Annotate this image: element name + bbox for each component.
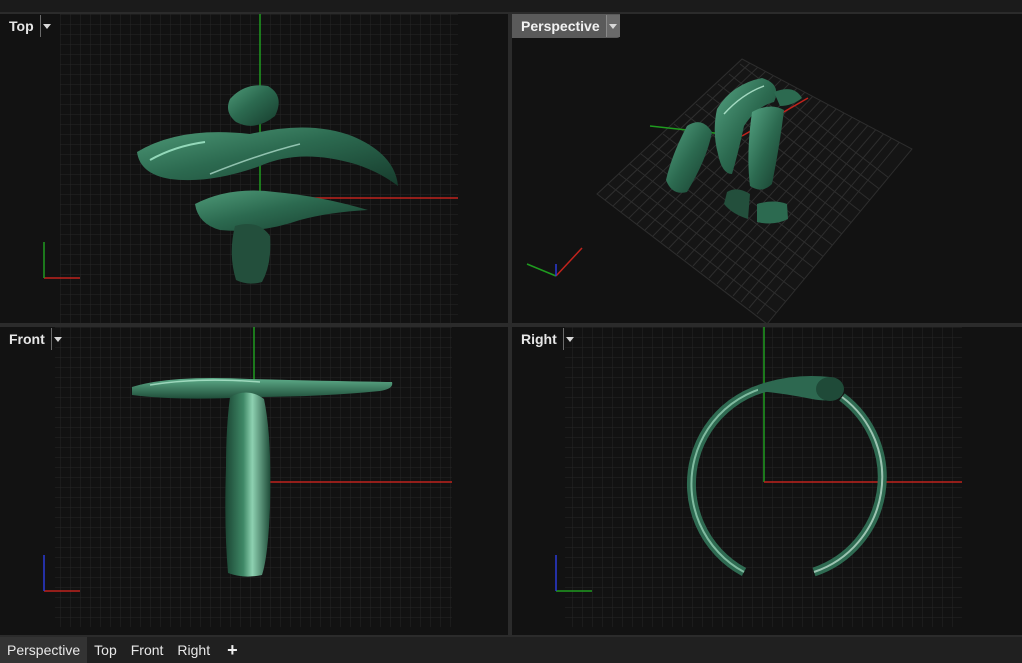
viewport-front-title[interactable]: Front bbox=[0, 327, 51, 351]
viewport-right[interactable]: Right bbox=[512, 327, 1022, 635]
tab-perspective[interactable]: Perspective bbox=[0, 637, 88, 663]
viewport-tab-bar: Perspective Top Front Right + bbox=[0, 637, 1022, 663]
tab-right[interactable]: Right bbox=[170, 637, 217, 663]
viewport-right-title[interactable]: Right bbox=[512, 327, 563, 351]
viewport-top-title[interactable]: Top bbox=[0, 14, 40, 38]
grid-perspective bbox=[526, 58, 913, 323]
viewport-front-header: Front bbox=[0, 327, 65, 351]
viewport-top-header: Top bbox=[0, 14, 54, 38]
chevron-down-icon[interactable] bbox=[50, 328, 65, 350]
chevron-down-icon[interactable] bbox=[39, 15, 54, 37]
chevron-down-icon[interactable] bbox=[605, 15, 620, 37]
tab-front[interactable]: Front bbox=[124, 637, 171, 663]
grid-right bbox=[555, 327, 962, 627]
title-bar-strip bbox=[0, 0, 1022, 12]
viewport-front[interactable]: Front bbox=[0, 327, 508, 635]
grid-top bbox=[43, 14, 458, 323]
tab-top[interactable]: Top bbox=[87, 637, 124, 663]
chevron-down-icon[interactable] bbox=[562, 328, 577, 350]
viewport-perspective-title[interactable]: Perspective bbox=[512, 14, 606, 38]
viewport-top[interactable]: Top bbox=[0, 14, 508, 323]
grid-front bbox=[43, 327, 452, 627]
viewport-perspective[interactable]: Perspective bbox=[512, 14, 1022, 323]
viewport-perspective-header: Perspective bbox=[512, 14, 620, 38]
viewport-right-header: Right bbox=[512, 327, 577, 351]
plus-icon[interactable]: + bbox=[217, 637, 248, 663]
axis-triad-perspective bbox=[526, 247, 583, 277]
